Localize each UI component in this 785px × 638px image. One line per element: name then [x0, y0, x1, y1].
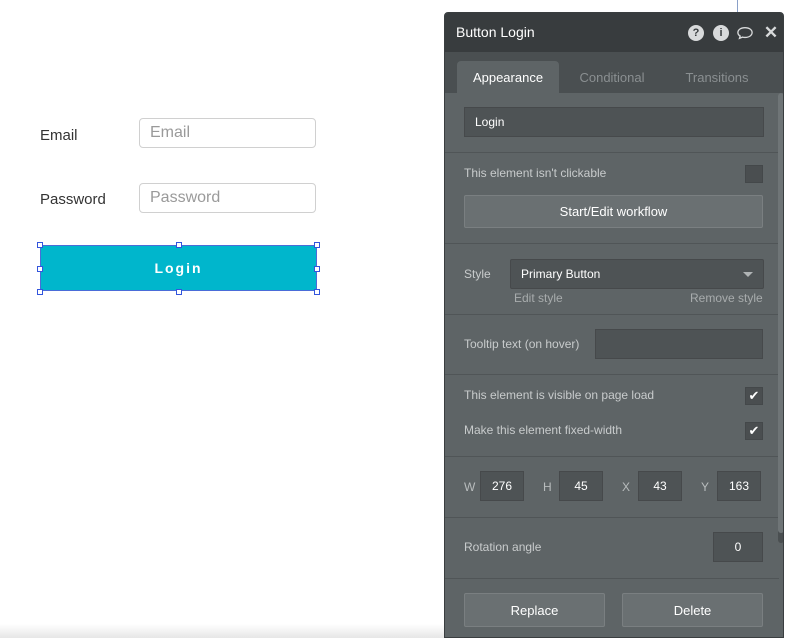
divider — [445, 578, 779, 579]
checkmark-icon: ✔ — [748, 388, 760, 403]
edit-style-link[interactable]: Edit style — [514, 291, 563, 305]
comment-icon[interactable] — [737, 25, 753, 41]
width-label: W — [464, 480, 476, 494]
divider — [445, 243, 779, 244]
help-icon[interactable]: ? — [688, 25, 704, 41]
visible-on-load-checkbox[interactable]: ✔ — [745, 387, 763, 405]
divider — [445, 374, 779, 375]
width-input[interactable]: 276 — [480, 471, 524, 501]
tooltip-label: Tooltip text (on hover) — [464, 337, 580, 351]
delete-button[interactable]: Delete — [622, 593, 763, 627]
password-input[interactable]: Password — [139, 183, 316, 213]
rotation-angle-label: Rotation angle — [464, 540, 542, 554]
not-clickable-checkbox[interactable] — [745, 165, 763, 183]
style-label: Style — [464, 267, 491, 281]
x-label: X — [622, 480, 631, 494]
remove-style-link[interactable]: Remove style — [690, 291, 763, 305]
canvas-bottom-fade — [0, 624, 444, 638]
resize-handle-bottom[interactable] — [176, 289, 182, 295]
tooltip-input[interactable] — [595, 329, 763, 359]
fixed-width-label: Make this element fixed-width — [464, 423, 623, 437]
visible-on-load-label: This element is visible on page load — [464, 388, 655, 402]
style-dropdown-value: Primary Button — [521, 267, 601, 281]
divider — [445, 456, 779, 457]
height-input[interactable]: 45 — [559, 471, 603, 501]
password-label: Password — [40, 191, 106, 208]
y-input[interactable]: 163 — [717, 471, 761, 501]
divider — [445, 314, 779, 315]
fixed-width-checkbox[interactable]: ✔ — [745, 422, 763, 440]
resize-handle-left[interactable] — [37, 266, 43, 272]
resize-handle-top-left[interactable] — [37, 242, 43, 248]
panel-header[interactable]: Button Login ? i ✕ — [445, 13, 783, 52]
rotation-angle-input[interactable]: 0 — [713, 532, 763, 562]
panel-scrollbar[interactable] — [778, 93, 783, 543]
panel-title: Button Login — [456, 24, 535, 40]
tab-appearance[interactable]: Appearance — [457, 61, 559, 93]
resize-handle-bottom-right[interactable] — [314, 289, 320, 295]
y-label: Y — [701, 480, 710, 494]
info-icon[interactable]: i — [713, 25, 729, 41]
button-text-input[interactable]: Login — [464, 107, 764, 137]
email-input[interactable]: Email — [139, 118, 316, 148]
chevron-down-icon — [743, 272, 753, 277]
login-button[interactable]: Login — [40, 245, 317, 291]
checkmark-icon: ✔ — [748, 423, 760, 438]
resize-handle-bottom-left[interactable] — [37, 289, 43, 295]
replace-button[interactable]: Replace — [464, 593, 605, 627]
tab-transitions[interactable]: Transitions — [667, 61, 767, 93]
x-input[interactable]: 43 — [638, 471, 682, 501]
start-edit-workflow-button[interactable]: Start/Edit workflow — [464, 195, 763, 228]
tab-bar: Appearance Conditional Transitions — [445, 52, 783, 93]
close-icon[interactable]: ✕ — [763, 23, 779, 42]
resize-handle-right[interactable] — [314, 266, 320, 272]
style-dropdown[interactable]: Primary Button — [510, 259, 764, 289]
not-clickable-label: This element isn't clickable — [464, 166, 607, 180]
divider — [445, 152, 779, 153]
divider — [445, 517, 779, 518]
canvas-guide-line — [737, 0, 738, 12]
login-button-label: Login — [154, 260, 203, 276]
resize-handle-top-right[interactable] — [314, 242, 320, 248]
email-label: Email — [40, 127, 78, 144]
property-editor-panel: Button Login ? i ✕ Appearance Conditiona… — [444, 12, 784, 638]
resize-handle-top[interactable] — [176, 242, 182, 248]
panel-scrollbar-thumb[interactable] — [778, 93, 783, 533]
height-label: H — [543, 480, 552, 494]
tab-conditional[interactable]: Conditional — [563, 61, 661, 93]
